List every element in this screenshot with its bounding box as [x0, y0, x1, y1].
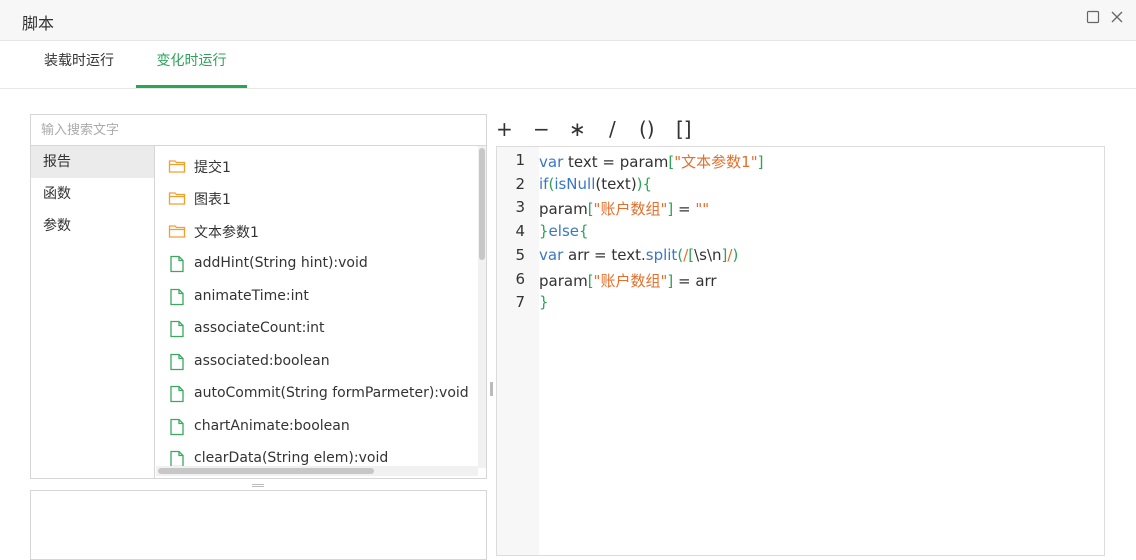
window-titlebar: 脚本 — [0, 0, 1136, 41]
code-token: "账户数组" — [593, 200, 668, 218]
list-item[interactable]: 提交1 — [156, 149, 476, 181]
code-token: else — [548, 222, 579, 240]
search-input[interactable] — [30, 114, 487, 146]
list-item-label: addHint(String hint):void — [194, 255, 368, 271]
code-token: \s\n — [694, 246, 722, 264]
category-functions[interactable]: 函数 — [31, 178, 154, 210]
line-number: 7 — [515, 293, 525, 311]
window-title: 脚本 — [22, 14, 55, 33]
code-token: } — [539, 222, 549, 240]
code-token: "账户数组" — [593, 272, 668, 290]
line-number: 3 — [515, 198, 525, 216]
file-icon — [170, 320, 184, 338]
code-token: } — [539, 293, 549, 311]
list-item-label: clearData(String elem):void — [194, 450, 389, 466]
code-line[interactable]: var arr = text.split(/[\s\n]/) — [539, 246, 738, 264]
line-number: 4 — [515, 222, 525, 240]
code-line[interactable]: var text = param["文本参数1"] — [539, 151, 763, 172]
list-item-label: chartAnimate:boolean — [194, 418, 350, 434]
code-token: "文本参数1" — [674, 153, 758, 171]
file-icon — [170, 418, 184, 436]
category-params[interactable]: 参数 — [31, 210, 154, 242]
code-token: "" — [695, 200, 710, 218]
code-token: = — [673, 200, 696, 218]
code-line[interactable]: if(isNull(text)){ — [539, 175, 652, 193]
file-icon — [170, 288, 184, 306]
list-item[interactable]: chartAnimate:boolean — [156, 410, 476, 442]
resource-panel: 报告 函数 参数 提交1 图表1 文本参数1 addHint(String hi… — [30, 146, 487, 479]
horizontal-scroll-thumb[interactable] — [158, 468, 374, 474]
line-number: 6 — [515, 270, 525, 288]
maximize-button[interactable] — [1086, 10, 1102, 26]
code-line[interactable]: }else{ — [539, 222, 589, 240]
list-item[interactable]: associated:boolean — [156, 345, 476, 377]
multiply-operator-button[interactable]: ∗ — [569, 117, 586, 141]
folder-icon — [168, 192, 186, 205]
minus-operator-button[interactable]: − — [533, 117, 550, 141]
plus-operator-button[interactable]: + — [496, 117, 513, 141]
code-line[interactable]: param["账户数组"] = arr — [539, 270, 717, 291]
code-token: isNull — [554, 175, 596, 193]
horizontal-scrollbar[interactable] — [156, 466, 478, 476]
file-icon — [170, 385, 184, 403]
file-icon — [170, 255, 184, 273]
tab-bar: 装载时运行 变化时运行 — [0, 41, 1136, 89]
code-token: param — [539, 200, 588, 218]
code-editor[interactable]: 1 2 3 4 5 6 7 var text = param["文本参数1"] … — [496, 146, 1105, 556]
code-token: var — [539, 246, 564, 264]
list-item[interactable]: 文本参数1 — [156, 214, 476, 246]
list-item-label: 文本参数1 — [194, 225, 259, 241]
code-token: var — [539, 153, 564, 171]
vertical-scroll-thumb[interactable] — [479, 148, 485, 260]
code-token: ] — [757, 153, 764, 171]
line-number-gutter: 1 2 3 4 5 6 7 — [497, 147, 539, 555]
parentheses-button[interactable]: () — [639, 117, 655, 141]
resource-item-list: 提交1 图表1 文本参数1 addHint(String hint):void … — [156, 146, 486, 478]
close-icon — [1111, 11, 1123, 23]
folder-icon — [168, 160, 186, 173]
maximize-icon — [1086, 10, 1100, 24]
list-item[interactable]: addHint(String hint):void — [156, 247, 476, 279]
list-item-label: associateCount:int — [194, 320, 325, 336]
category-report[interactable]: 报告 — [31, 146, 154, 178]
folder-icon — [168, 225, 186, 238]
code-token: param — [539, 272, 588, 290]
line-number: 5 — [515, 246, 525, 264]
vertical-scrollbar[interactable] — [478, 146, 486, 468]
list-item-label: associated:boolean — [194, 353, 330, 369]
code-token: split — [645, 246, 678, 264]
description-panel — [30, 490, 487, 560]
list-item-label: animateTime:int — [194, 288, 309, 304]
code-token: { — [642, 175, 653, 193]
line-number: 1 — [515, 151, 525, 169]
divide-operator-button[interactable]: / — [609, 117, 616, 141]
code-token: text = param — [563, 153, 669, 171]
close-button[interactable] — [1110, 10, 1126, 26]
category-list: 报告 函数 参数 — [31, 146, 155, 478]
code-line[interactable]: param["账户数组"] = "" — [539, 198, 709, 219]
line-number: 2 — [515, 175, 525, 193]
list-item[interactable]: 图表1 — [156, 181, 476, 213]
code-token: = arr — [673, 272, 717, 290]
vertical-splitter-handle[interactable] — [490, 382, 493, 396]
list-item-label: 图表1 — [194, 192, 231, 208]
code-token: { — [579, 222, 589, 240]
list-item[interactable]: associateCount:int — [156, 312, 476, 344]
tab-load-run[interactable]: 装载时运行 — [28, 41, 130, 88]
code-token: ) — [732, 246, 739, 264]
tab-change-run[interactable]: 变化时运行 — [136, 41, 247, 88]
horizontal-splitter-handle[interactable] — [252, 484, 264, 487]
list-item[interactable]: autoCommit(String formParmeter):void — [156, 377, 476, 409]
code-line[interactable]: } — [539, 293, 549, 311]
list-item[interactable]: animateTime:int — [156, 280, 476, 312]
code-token: (text) — [595, 175, 637, 193]
brackets-button[interactable]: [] — [676, 117, 692, 141]
list-item-label: 提交1 — [194, 160, 231, 176]
code-token: arr = text. — [563, 246, 646, 264]
list-item-label: autoCommit(String formParmeter):void — [194, 385, 469, 401]
file-icon — [170, 353, 184, 371]
